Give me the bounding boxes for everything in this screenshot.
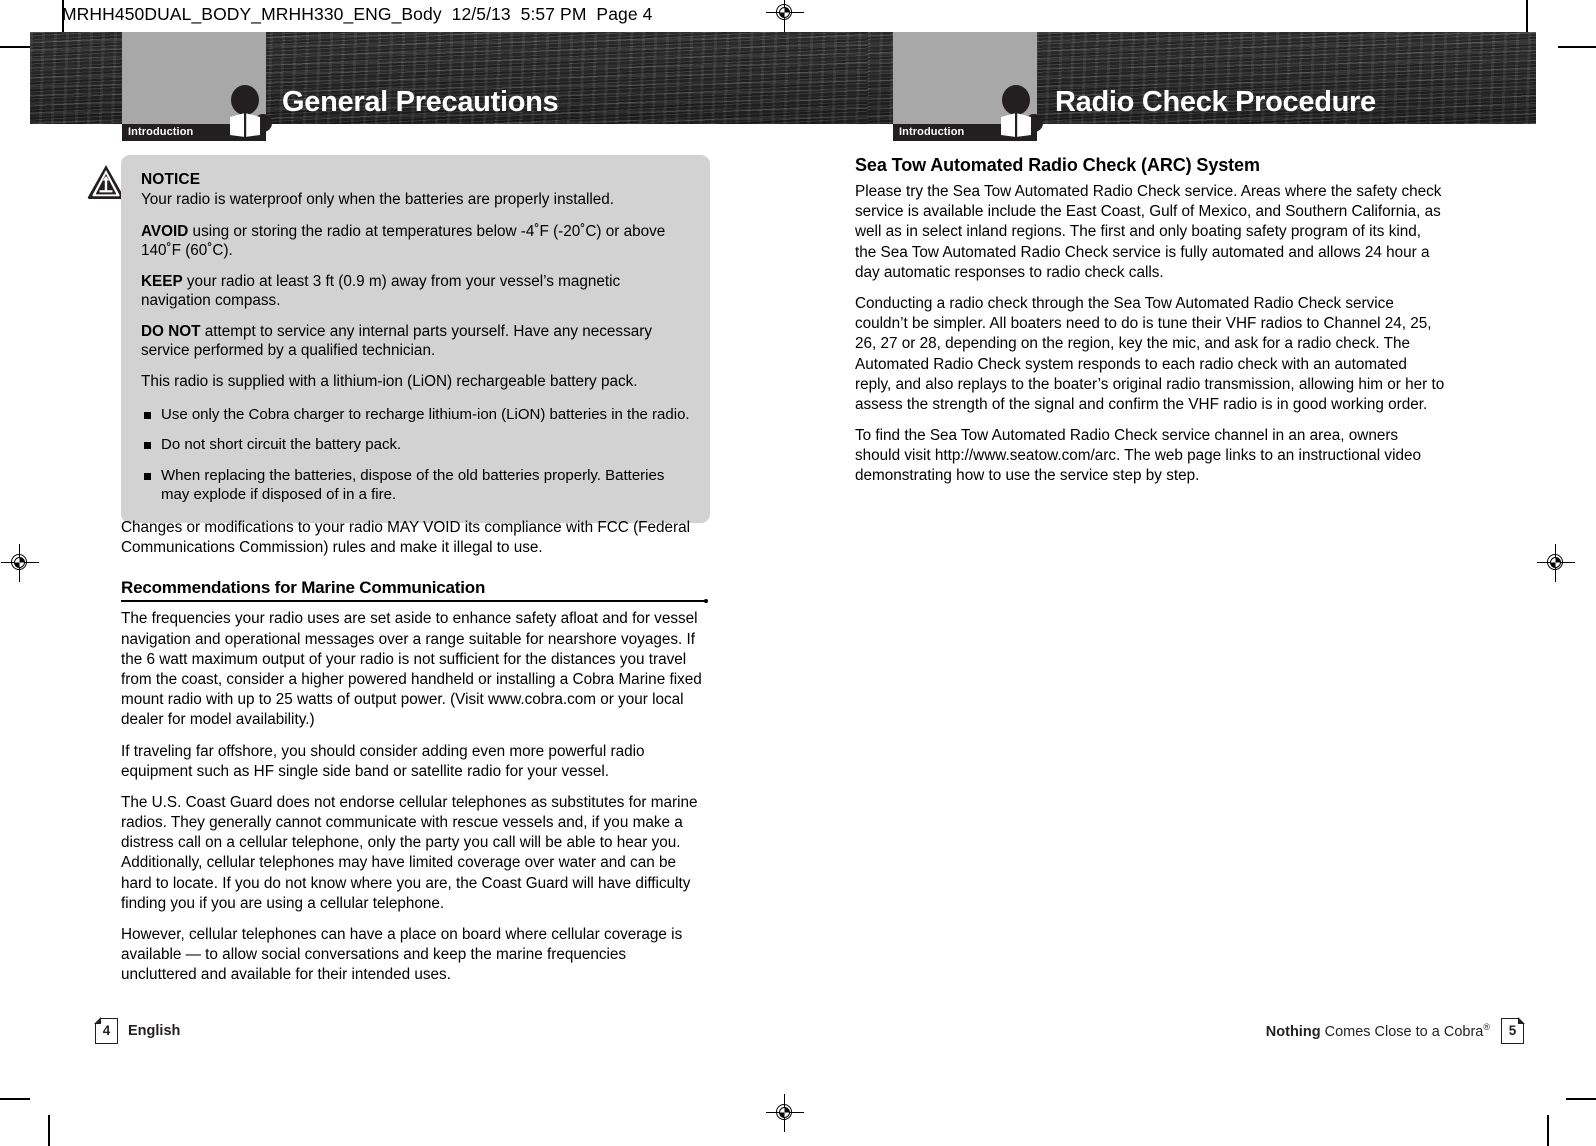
notice-lead-keep: KEEP (141, 272, 183, 290)
registration-mark-left (1, 544, 39, 582)
person-reading-book-icon (999, 85, 1045, 141)
footer-language-label: English (128, 1023, 181, 1039)
section-heading-arc-system: Sea Tow Automated Radio Check (ARC) Syst… (855, 155, 1260, 175)
right-page-banner: Introduction Radio Check Procedure (868, 32, 1536, 141)
notice-callout-box: NOTICE Your radio is waterproof only whe… (121, 155, 710, 523)
footer-tagline: Nothing Comes Close to a Cobra® (1266, 1022, 1490, 1040)
crop-mark-bottom-left-vertical (48, 1115, 50, 1146)
registration-mark-top (766, 0, 804, 32)
page-number-badge: 4 (94, 1017, 118, 1044)
document-page: MRHH450DUAL_BODY_MRHH330_ENG_Body 12/5/1… (0, 0, 1596, 1146)
file-info-bar: MRHH450DUAL_BODY_MRHH330_ENG_Body 12/5/1… (62, 4, 653, 24)
notice-lead-donot: DO NOT (141, 322, 201, 340)
footer-tagline-bold: Nothing (1265, 1023, 1321, 1040)
warning-triangle-icon (86, 163, 126, 201)
notice-body-donot: attempt to service any internal parts yo… (141, 322, 652, 360)
notice-paragraph-keep: KEEP your radio at least 3 ft (0.9 m) aw… (141, 272, 690, 311)
footer-tagline-rest: Comes Close to a Cobra (1320, 1023, 1484, 1040)
notice-body-keep: your radio at least 3 ft (0.9 m) away fr… (141, 272, 621, 310)
section-paragraph: The U.S. Coast Guard does not endorse ce… (121, 793, 698, 912)
notice-paragraph-avoid: AVOID using or storing the radio at temp… (141, 222, 690, 261)
crop-mark-bottom-right-horizontal (1566, 1098, 1596, 1100)
list-item: When replacing the batteries, dispose of… (141, 466, 690, 505)
left-column-content: Changes or modifications to your radio M… (121, 518, 708, 997)
fcc-notice-paragraph: Changes or modifications to your radio M… (121, 519, 691, 557)
section-paragraph: However, cellular telephones can have a … (121, 926, 683, 984)
section-heading-recommendations: Recommendations for Marine Communication (121, 578, 486, 598)
notice-title: NOTICE (141, 171, 201, 188)
crop-mark-bottom-right-vertical (1547, 1115, 1549, 1146)
section-paragraph: If traveling far offshore, you should co… (121, 742, 645, 780)
section-rule (121, 599, 708, 604)
notice-lead-avoid: AVOID (141, 222, 189, 240)
notice-body-avoid: using or storing the radio at temperatur… (141, 222, 666, 260)
page-number-badge: 5 (1501, 1017, 1525, 1044)
notice-paragraph-battery: This radio is supplied with a lithium-io… (141, 372, 690, 392)
section-paragraph: The frequencies your radio uses are set … (121, 610, 702, 729)
right-page-footer: Nothing Comes Close to a Cobra® 5 (1266, 1017, 1525, 1044)
crop-mark-top-left-vertical (62, 0, 64, 34)
crop-mark-top-right-vertical (1526, 0, 1528, 34)
registered-trademark-icon: ® (1483, 1022, 1490, 1033)
registration-mark-bottom (766, 1094, 804, 1132)
section-paragraph: To find the Sea Tow Automated Radio Chec… (855, 427, 1421, 485)
left-page-footer: 4 English (94, 1017, 181, 1044)
left-banner-title: General Precautions (282, 86, 559, 118)
notice-paragraph-donot: DO NOT attempt to service any internal p… (141, 322, 690, 361)
registration-mark-right (1537, 544, 1575, 582)
right-column-content: Sea Tow Automated Radio Check (ARC) Syst… (855, 155, 1445, 498)
crop-mark-bottom-left-horizontal (0, 1098, 30, 1100)
notice-intro-text: Your radio is waterproof only when the b… (141, 191, 615, 208)
person-reading-book-icon (228, 85, 274, 141)
list-item: Use only the Cobra charger to recharge l… (141, 405, 690, 425)
list-item: Do not short circuit the battery pack. (141, 435, 690, 455)
section-paragraph: Please try the Sea Tow Automated Radio C… (855, 183, 1442, 281)
crop-mark-right-horizontal (1558, 46, 1596, 48)
notice-body-battery: This radio is supplied with a lithium-io… (141, 373, 638, 391)
section-paragraph: Conducting a radio check through the Sea… (855, 294, 1445, 413)
right-banner-title: Radio Check Procedure (1055, 86, 1376, 118)
